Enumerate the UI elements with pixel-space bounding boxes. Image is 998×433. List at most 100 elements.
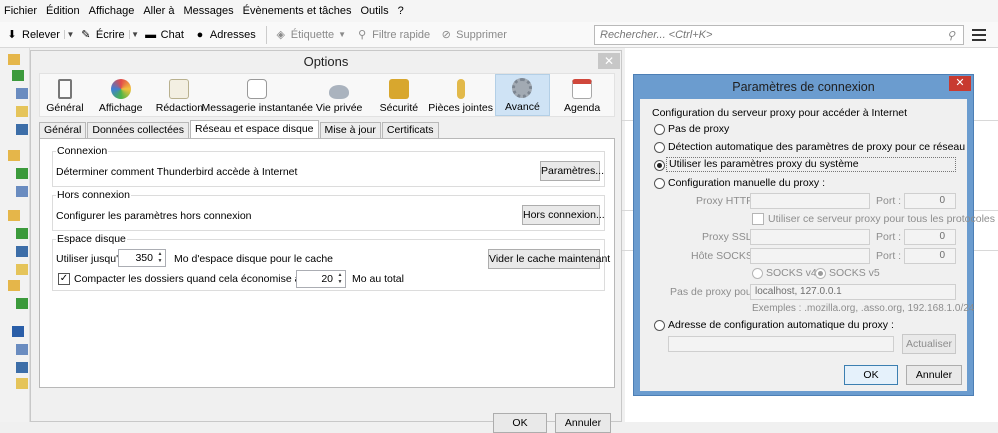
reload-button[interactable]: Actualiser (902, 334, 956, 354)
category-securite[interactable]: Sécurité (371, 74, 427, 116)
sent-icon[interactable] (16, 246, 28, 257)
search-icon: ⚲ (946, 30, 955, 42)
menu-affichage[interactable]: Affichage (89, 5, 135, 17)
get-mail-button[interactable]: ⬇ Relever ▼ (6, 24, 74, 46)
inbox-icon[interactable] (16, 228, 28, 239)
menu-evenements[interactable]: Évènements et tâches (243, 5, 352, 17)
folder-icon[interactable] (8, 150, 20, 161)
radio-system-proxy[interactable] (654, 160, 665, 171)
radio-manual[interactable] (654, 178, 665, 189)
delete-button[interactable]: ⊘ Supprimer (440, 24, 507, 46)
category-vie-privee[interactable]: Vie privée (307, 74, 371, 116)
connection-cancel-button[interactable]: Annuler (906, 365, 962, 385)
search-input[interactable]: Rechercher... <Ctrl+K> ⚲ (594, 25, 964, 45)
compacter-unit: Mo au total (352, 273, 404, 285)
menu-aide[interactable]: ? (398, 5, 404, 17)
chevron-down-icon[interactable]: ▼ (128, 30, 141, 39)
menu-outils[interactable]: Outils (361, 5, 389, 17)
compacter-checkbox[interactable]: ✓ (58, 273, 70, 285)
cache-size-stepper[interactable]: 350 ▲ ▼ (118, 249, 166, 267)
spinner-arrows-icon[interactable]: ▲ ▼ (336, 272, 344, 286)
write-button[interactable]: ✎ Écrire ▼ (80, 24, 139, 46)
same-proxy-checkbox[interactable] (752, 213, 764, 225)
drafts-icon[interactable] (16, 344, 28, 355)
no-proxy-for-label: Pas de proxy pour : (670, 286, 762, 298)
category-label: Agenda (564, 102, 601, 114)
menu-edition[interactable]: Édition (46, 5, 80, 17)
folder-icon[interactable] (8, 54, 20, 65)
auto-config-url-field[interactable] (668, 336, 894, 352)
socks-port-field[interactable]: 0 (904, 248, 956, 264)
menu-fichier[interactable]: Fichier (4, 5, 37, 17)
folder-icon[interactable] (16, 106, 28, 117)
radio-socks4[interactable] (752, 268, 763, 279)
drafts-icon[interactable] (16, 88, 28, 99)
ssl-proxy-field[interactable] (750, 229, 870, 245)
system-proxy-label: Utiliser les paramètres proxy du système (666, 157, 956, 172)
inbox-icon[interactable] (16, 168, 28, 179)
options-cancel-button[interactable]: Annuler (555, 413, 611, 433)
ssl-port-field[interactable]: 0 (904, 229, 956, 245)
tag-button[interactable]: ◈ Étiquette ▼ (275, 24, 347, 46)
category-messagerie[interactable]: Messagerie instantanée (202, 74, 313, 116)
sent-icon[interactable] (16, 124, 28, 135)
category-agenda[interactable]: Agenda (550, 74, 614, 116)
gear-icon (512, 78, 533, 98)
close-icon[interactable]: ✕ (598, 53, 620, 69)
category-affichage[interactable]: Affichage (90, 74, 152, 116)
quick-filter-label: Filtre rapide (372, 28, 431, 41)
radio-dot (657, 163, 662, 168)
compacter-stepper[interactable]: 20 ▲ ▼ (296, 270, 346, 288)
radio-no-proxy[interactable] (654, 124, 665, 135)
quick-filter-button[interactable]: ⚲ Filtre rapide (356, 24, 430, 46)
radio-auto-detect[interactable] (654, 142, 665, 153)
folder-icon[interactable] (8, 280, 20, 291)
http-port-label: Port : (876, 195, 902, 207)
close-icon[interactable]: ✕ (949, 76, 971, 91)
connection-ok-button[interactable]: OK (844, 365, 898, 385)
hors-connexion-button[interactable]: Hors connexion... (522, 205, 605, 225)
sent-icon[interactable] (16, 362, 28, 373)
tab-general[interactable]: Général (39, 122, 87, 138)
no-proxy-label: Pas de proxy (668, 123, 730, 135)
vider-cache-button[interactable]: Vider le cache maintenant (488, 249, 610, 269)
category-general[interactable]: Général (40, 74, 90, 116)
http-port-field[interactable]: 0 (904, 193, 956, 209)
radio-auto-config-url[interactable] (654, 320, 665, 331)
category-avance[interactable]: Avancé (494, 74, 551, 116)
folder-icon[interactable] (16, 264, 28, 275)
tab-donnees[interactable]: Données collectées (87, 122, 189, 138)
tab-mise-a-jour[interactable]: Mise à jour (319, 122, 381, 138)
category-label: Général (46, 102, 84, 114)
parametres-button[interactable]: Paramètres... (540, 161, 604, 181)
chat-label: Chat (160, 28, 184, 41)
same-proxy-label: Utiliser ce serveur proxy pour tous les … (768, 213, 996, 225)
menu-aller[interactable]: Aller à (143, 5, 174, 17)
category-label: Affichage (98, 102, 143, 114)
options-ok-button[interactable]: OK (493, 413, 547, 433)
address-book-button[interactable]: ● Adresses (194, 24, 256, 46)
menu-messages[interactable]: Messages (184, 5, 234, 17)
computer-icon[interactable] (12, 326, 24, 337)
inbox-icon[interactable] (16, 298, 28, 309)
chevron-down-icon[interactable]: ▼ (63, 30, 76, 39)
folder-icon[interactable] (8, 210, 20, 221)
http-proxy-field[interactable] (750, 193, 870, 209)
tab-reseau[interactable]: Réseau et espace disque (190, 120, 319, 138)
folder-icon[interactable] (16, 378, 28, 389)
socks-host-field[interactable] (750, 248, 870, 264)
options-dialog: Options ✕ Général Affichage Rédaction Me… (30, 50, 622, 433)
menu-line-icon (972, 38, 986, 41)
category-pieces-jointes[interactable]: Pièces jointes (427, 74, 495, 116)
inbox-icon[interactable] (12, 70, 24, 81)
drafts-icon[interactable] (16, 186, 28, 197)
no-proxy-for-field[interactable]: localhost, 127.0.0.1 (750, 284, 956, 300)
tab-certificats[interactable]: Certificats (381, 122, 439, 138)
chat-button[interactable]: ▬ Chat (145, 24, 184, 46)
socks-port-label: Port : (876, 250, 902, 262)
category-redaction[interactable]: Rédaction (152, 74, 208, 116)
cache-size-text: Mo d'espace disque pour le cache (174, 253, 334, 265)
spinner-arrows-icon[interactable]: ▲ ▼ (156, 251, 164, 265)
radio-socks5[interactable] (815, 268, 826, 279)
app-menu-button[interactable] (970, 26, 988, 44)
